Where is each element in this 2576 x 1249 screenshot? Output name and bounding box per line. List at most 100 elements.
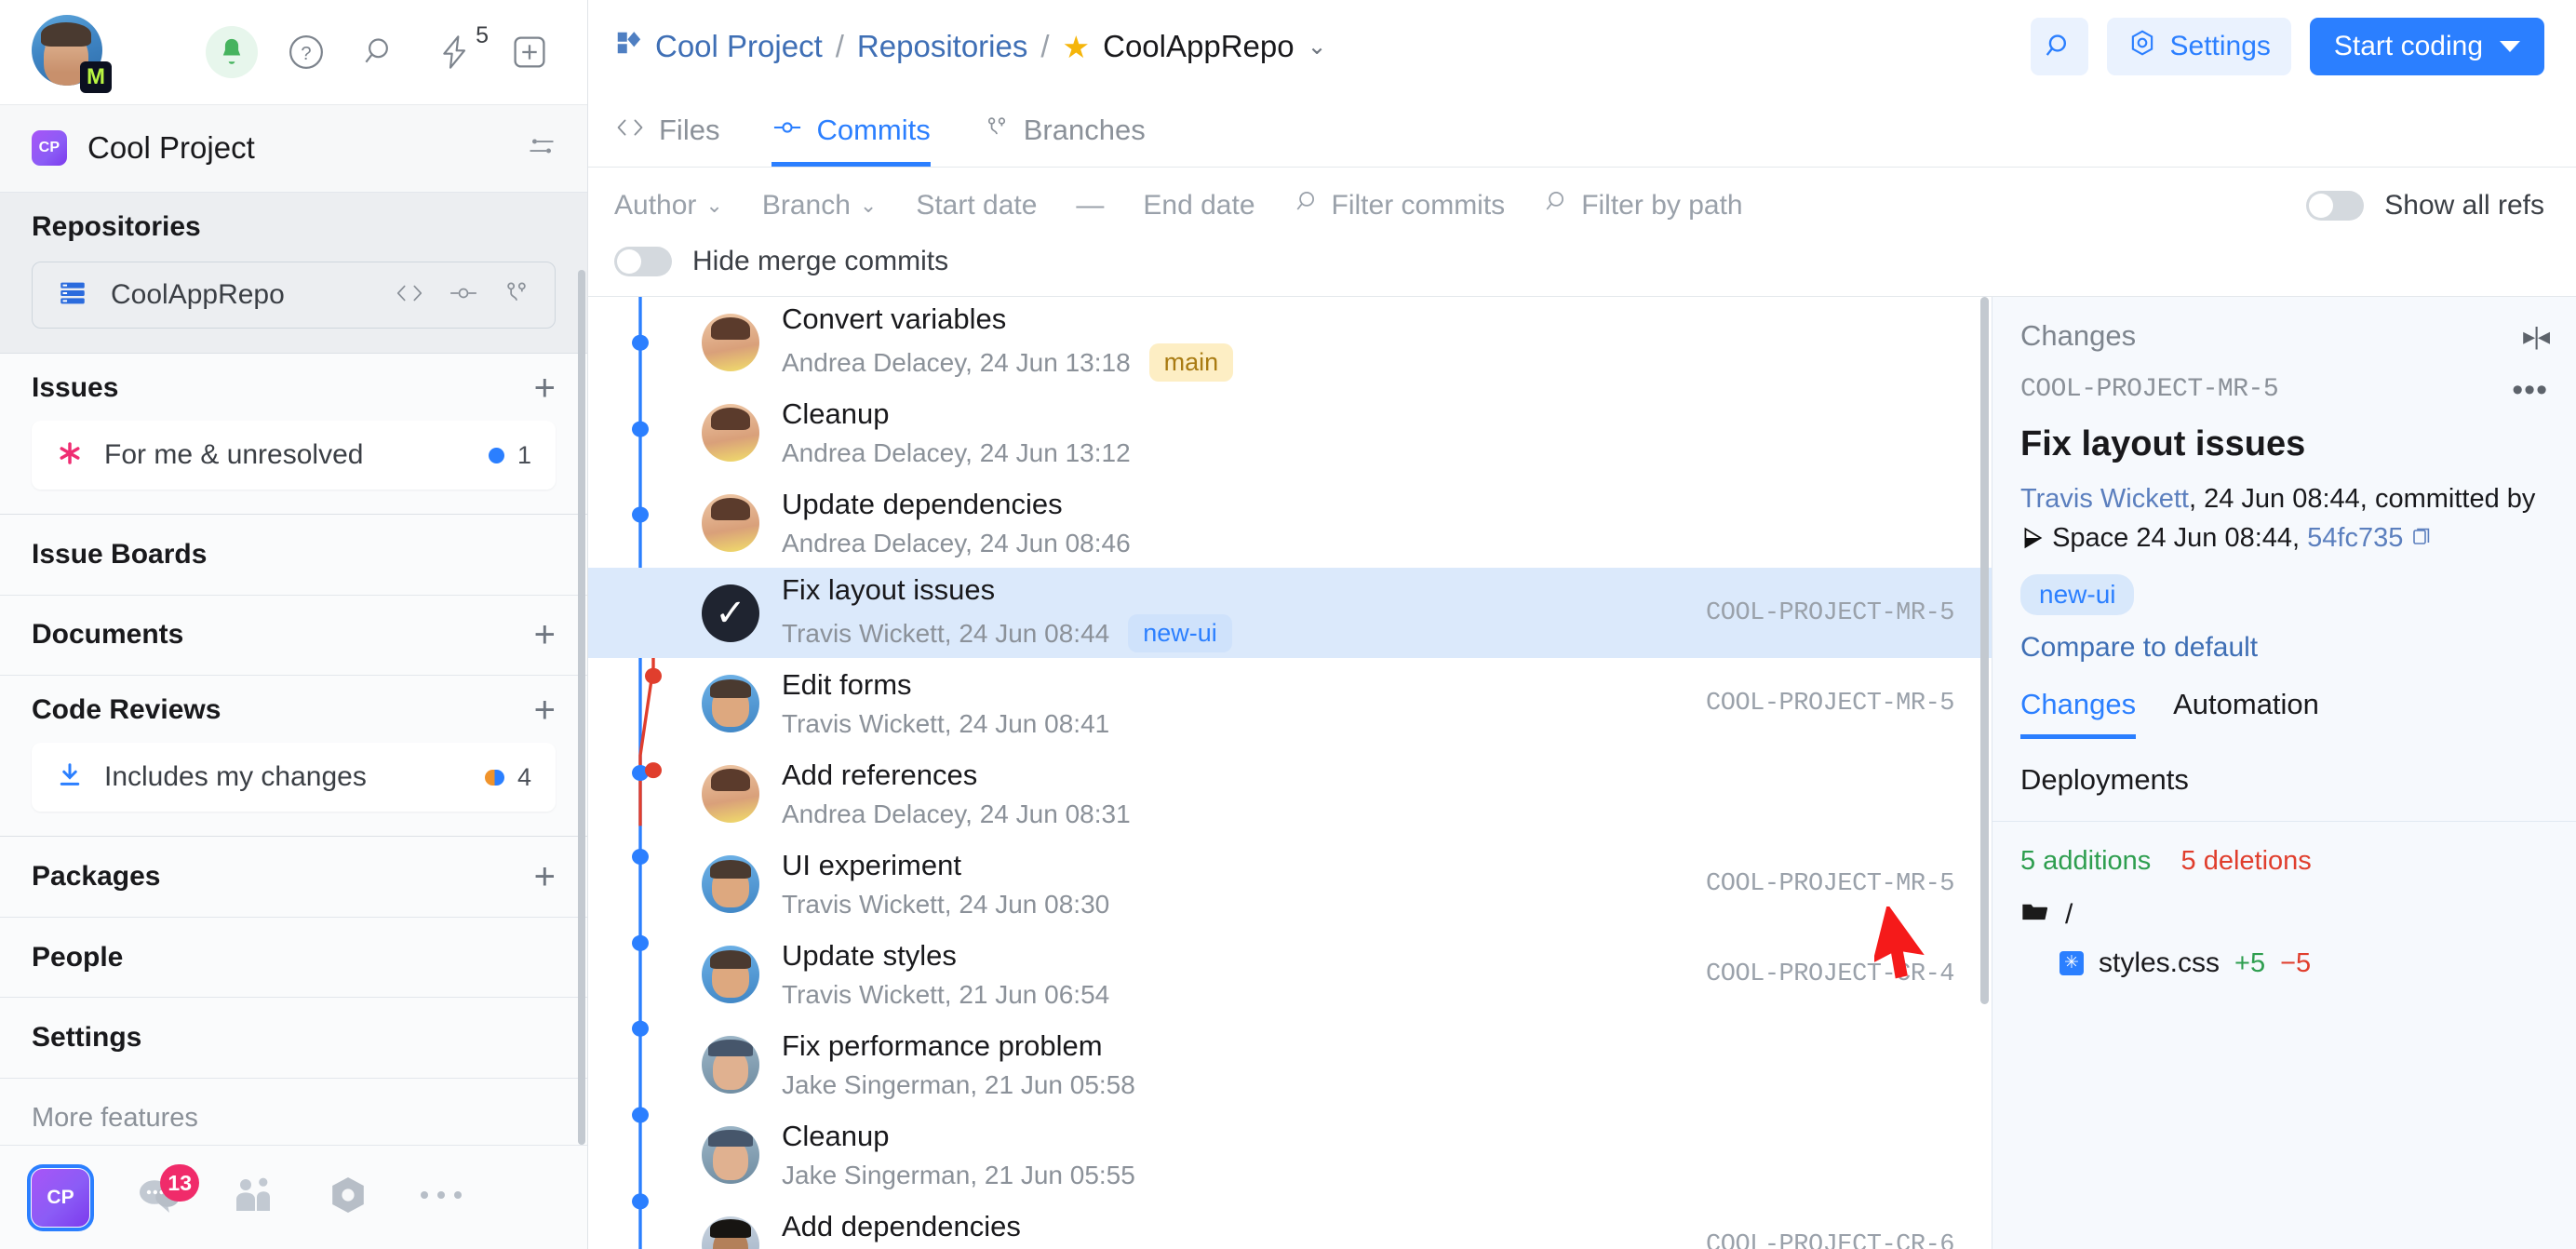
sidebar-item-people[interactable]: People bbox=[0, 918, 587, 999]
table-row[interactable]: UI experiment Travis Wickett, 24 Jun 08:… bbox=[588, 839, 1992, 929]
create-new-icon[interactable] bbox=[503, 26, 556, 78]
filter-by-path-input[interactable]: Filter by path bbox=[1544, 188, 1742, 223]
sidebar-item-settings[interactable]: Settings bbox=[0, 998, 587, 1079]
commit-meta: Andrea Delacey, 24 Jun 13:18 main bbox=[782, 343, 1233, 382]
commit-author-date: Travis Wickett, 24 Jun 08:30 bbox=[782, 890, 1109, 920]
commit-detail-title: Fix layout issues bbox=[1992, 404, 2576, 464]
breadcrumb-repositories-link[interactable]: Repositories bbox=[857, 29, 1027, 64]
deletions-count: 5 deletions bbox=[2181, 846, 2312, 876]
table-row[interactable]: Fix performance problem Jake Singerman, … bbox=[588, 1019, 1992, 1109]
table-row[interactable]: Add dependencies George Moore, 10 Jun 07… bbox=[588, 1200, 1992, 1249]
end-date-input[interactable]: End date bbox=[1143, 190, 1254, 222]
commit-list-scrollbar[interactable] bbox=[1980, 297, 1989, 1004]
help-icon[interactable]: ? bbox=[280, 26, 332, 78]
start-date-input[interactable]: Start date bbox=[916, 190, 1037, 222]
sidebar-item-packages[interactable]: Packages + bbox=[0, 837, 587, 918]
review-key[interactable]: COOL-PROJECT-MR-5 bbox=[1706, 690, 1954, 718]
more-icon[interactable]: ••• bbox=[2512, 383, 2548, 396]
commit-info: Fix layout issues Travis Wickett, 24 Jun… bbox=[782, 573, 1232, 652]
sidebar-scrollbar[interactable] bbox=[578, 270, 585, 1145]
copy-icon[interactable] bbox=[2403, 523, 2433, 553]
table-row[interactable]: Update styles Travis Wickett, 21 Jun 06:… bbox=[588, 929, 1992, 1019]
commit-node-icon bbox=[771, 114, 803, 147]
table-row[interactable]: Edit forms Travis Wickett, 24 Jun 08:41 … bbox=[588, 658, 1992, 748]
tab-changes[interactable]: Changes bbox=[2020, 688, 2136, 739]
add-package-button[interactable]: + bbox=[534, 863, 556, 891]
table-row[interactable]: Cleanup Andrea Delacey, 24 Jun 13:12 bbox=[588, 387, 1992, 477]
table-row[interactable]: Update dependencies Andrea Delacey, 24 J… bbox=[588, 477, 1992, 568]
favorite-star-icon[interactable]: ★ bbox=[1063, 29, 1091, 65]
tab-branches[interactable]: Branches bbox=[983, 114, 1146, 167]
sidebar-item-documents[interactable]: Documents + bbox=[0, 596, 587, 677]
sidebar-item-coolapprepo[interactable]: CoolAppRepo bbox=[32, 262, 556, 329]
search-icon[interactable] bbox=[355, 26, 407, 78]
bottom-project-logo[interactable]: CP bbox=[32, 1169, 89, 1227]
tab-commits[interactable]: Commits bbox=[771, 114, 930, 167]
filter-row-secondary: Hide merge commits bbox=[614, 246, 2544, 277]
user-avatar[interactable]: M bbox=[32, 15, 106, 89]
branch-filter[interactable]: Branch ⌄ bbox=[762, 190, 878, 222]
project-options-icon[interactable] bbox=[528, 132, 556, 165]
sidebar-more-features[interactable]: More features bbox=[0, 1079, 587, 1146]
commit-meta: Travis Wickett, 24 Jun 08:44 new-ui bbox=[782, 614, 1232, 652]
repo-search-button[interactable] bbox=[2031, 18, 2088, 75]
folder-icon bbox=[2020, 899, 2050, 931]
review-key[interactable]: COOL-PROJECT-MR-5 bbox=[1706, 870, 1954, 898]
sidebar-project-header[interactable]: CP Cool Project bbox=[0, 105, 587, 193]
deployments-section[interactable]: Deployments bbox=[1992, 739, 2576, 822]
chat-unread-badge: 13 bbox=[160, 1164, 199, 1202]
more-icon[interactable] bbox=[417, 1186, 465, 1209]
branch-badge[interactable]: main bbox=[1149, 343, 1234, 382]
table-row[interactable]: Convert variables Andrea Delacey, 24 Jun… bbox=[588, 297, 1992, 387]
start-coding-button[interactable]: Start coding bbox=[2310, 18, 2544, 75]
commit-info: Fix performance problem Jake Singerman, … bbox=[782, 1029, 1135, 1100]
caret-down-icon[interactable] bbox=[2500, 41, 2520, 52]
review-key[interactable]: COOL-PROJECT-MR-5 bbox=[1706, 599, 1954, 627]
branch-badge[interactable]: new-ui bbox=[1128, 614, 1232, 652]
commit-rows: Convert variables Andrea Delacey, 24 Jun… bbox=[588, 297, 1992, 1249]
review-progress-dot-icon bbox=[485, 770, 504, 786]
branches-icon[interactable] bbox=[503, 280, 530, 311]
table-row[interactable]: Cleanup Jake Singerman, 21 Jun 05:55 bbox=[588, 1109, 1992, 1200]
settings-title: Settings bbox=[32, 1022, 141, 1054]
chat-icon[interactable]: 13 bbox=[136, 1174, 184, 1221]
repositories-header: Repositories bbox=[32, 211, 556, 243]
tree-root-row[interactable]: / bbox=[2020, 899, 2548, 931]
automation-lightning-icon[interactable]: 5 bbox=[429, 26, 481, 78]
collapse-panel-icon[interactable]: ▸|◂ bbox=[2523, 322, 2548, 351]
commit-author-link[interactable]: Travis Wickett bbox=[2020, 484, 2189, 514]
hide-merge-commits-toggle[interactable] bbox=[614, 247, 672, 276]
show-all-refs-toggle[interactable] bbox=[2306, 191, 2364, 221]
notifications-bell-icon[interactable] bbox=[206, 26, 258, 78]
add-document-button[interactable]: + bbox=[534, 621, 556, 649]
breadcrumb-project-link[interactable]: Cool Project bbox=[655, 29, 823, 64]
sidebar-item-issue-boards[interactable]: Issue Boards bbox=[0, 515, 587, 596]
hexagon-icon[interactable] bbox=[326, 1173, 370, 1222]
commit-hash[interactable]: 54fc735 bbox=[2307, 523, 2403, 553]
code-icon[interactable] bbox=[395, 280, 424, 311]
tab-automation[interactable]: Automation bbox=[2173, 688, 2319, 739]
breadcrumb-separator-1: / bbox=[836, 29, 844, 64]
branch-badge[interactable]: new-ui bbox=[2020, 574, 2134, 615]
commit-title: Edit forms bbox=[782, 668, 1109, 702]
chevron-down-icon[interactable]: ⌄ bbox=[1308, 33, 1327, 60]
table-row[interactable]: Add references Andrea Delacey, 24 Jun 08… bbox=[588, 748, 1992, 839]
commits-icon[interactable] bbox=[449, 280, 478, 311]
commit-info: UI experiment Travis Wickett, 24 Jun 08:… bbox=[782, 849, 1109, 920]
review-key[interactable]: COOL-PROJECT-CR-6 bbox=[1706, 1231, 1954, 1249]
add-code-review-button[interactable]: + bbox=[534, 696, 556, 724]
list-item[interactable]: ✳ styles.css +5 −5 bbox=[2020, 947, 2548, 979]
compare-to-default-link[interactable]: Compare to default bbox=[1992, 615, 2576, 664]
add-issue-button[interactable]: + bbox=[534, 374, 556, 402]
sidebar-item-for-me-unresolved[interactable]: For me & unresolved 1 bbox=[32, 421, 556, 490]
review-key[interactable]: COOL-PROJECT-MR-5 bbox=[2020, 375, 2278, 404]
people-icon[interactable] bbox=[231, 1174, 279, 1221]
breadcrumb-separator-2: / bbox=[1040, 29, 1049, 64]
commit-title: Fix layout issues bbox=[782, 573, 1232, 607]
tab-files[interactable]: Files bbox=[614, 114, 719, 167]
sidebar-item-includes-my-changes[interactable]: Includes my changes 4 bbox=[32, 743, 556, 812]
table-row-selected[interactable]: ✓ Fix layout issues Travis Wickett, 24 J… bbox=[588, 568, 1992, 658]
settings-button[interactable]: Settings bbox=[2107, 18, 2291, 75]
filter-commits-input[interactable]: Filter commits bbox=[1295, 188, 1506, 223]
author-filter[interactable]: Author ⌄ bbox=[614, 190, 723, 222]
